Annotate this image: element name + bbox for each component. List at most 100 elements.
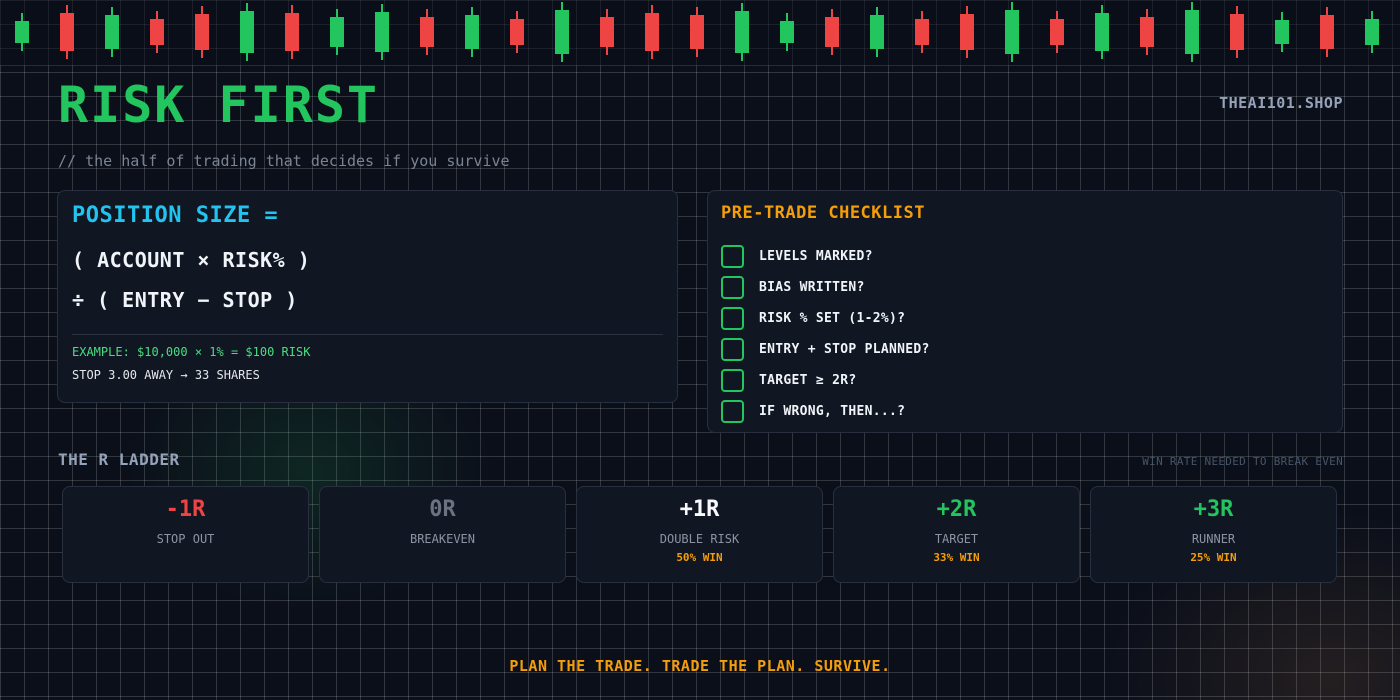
pre-trade-checklist-card: PRE-TRADE CHECKLIST LEVELS MARKED? BIAS … — [707, 190, 1343, 433]
candle-green — [15, 13, 29, 51]
checklist-item-label: RISK % SET (1-2%)? — [759, 311, 906, 326]
checklist-item-label: TARGET ≥ 2R? — [759, 373, 857, 388]
candle-body — [690, 15, 704, 49]
formula-denominator: ÷ ( ENTRY − STOP ) — [72, 288, 298, 312]
candle-body — [510, 19, 524, 45]
formula-title: POSITION SIZE = — [72, 203, 279, 228]
candle-body — [240, 11, 254, 53]
checklist-item[interactable]: LEVELS MARKED? — [721, 241, 1329, 272]
candle-body — [555, 10, 569, 54]
candle-body — [1005, 10, 1019, 54]
candle-green — [1275, 12, 1289, 52]
r-tile-double-risk: +1R DOUBLE RISK 50% WIN — [576, 486, 823, 583]
candle-red — [825, 9, 839, 55]
candle-green — [240, 3, 254, 61]
r-win-rate: 33% WIN — [933, 551, 980, 564]
checklist-item-label: ENTRY + STOP PLANNED? — [759, 342, 930, 357]
candle-body — [330, 17, 344, 47]
candle-body — [465, 15, 479, 49]
r-win-rate: 50% WIN — [676, 551, 723, 564]
checklist-item[interactable]: RISK % SET (1-2%)? — [721, 303, 1329, 334]
r-label: STOP OUT — [156, 532, 215, 546]
r-label: TARGET — [934, 532, 979, 546]
candle-red — [150, 11, 164, 53]
candle-body — [1275, 20, 1289, 44]
r-win-rate: 25% WIN — [1190, 551, 1237, 564]
candle-red — [1230, 6, 1244, 58]
candle-body — [825, 17, 839, 47]
candle-body — [195, 14, 209, 50]
candle-body — [1050, 19, 1064, 45]
candle-green — [105, 7, 119, 57]
position-size-card: POSITION SIZE = ( ACCOUNT × RISK% ) ÷ ( … — [57, 190, 678, 403]
candle-red — [510, 11, 524, 53]
formula-shares-result: STOP 3.00 AWAY → 33 SHARES — [72, 368, 260, 382]
r-ladder-title: THE R LADDER — [58, 450, 180, 469]
candle-body — [870, 15, 884, 49]
r-value: 0R — [429, 497, 456, 522]
candle-body — [1230, 14, 1244, 50]
candle-body — [150, 19, 164, 45]
checkbox[interactable] — [721, 307, 744, 330]
candle-green — [1005, 2, 1019, 62]
candle-body — [285, 13, 299, 51]
candle-green — [330, 9, 344, 55]
r-label: BREAKEVEN — [409, 532, 476, 546]
r-value: +3R — [1193, 497, 1234, 522]
candle-body — [60, 13, 74, 51]
r-tile-runner: +3R RUNNER 25% WIN — [1090, 486, 1337, 583]
checkbox[interactable] — [721, 338, 744, 361]
candle-body — [1365, 19, 1379, 45]
r-tile-stop-out: -1R STOP OUT — [62, 486, 309, 583]
candle-body — [1140, 17, 1154, 47]
formula-numerator: ( ACCOUNT × RISK% ) — [72, 248, 311, 272]
candle-red — [285, 5, 299, 59]
candle-red — [420, 9, 434, 55]
candle-red — [645, 5, 659, 59]
candle-green — [555, 2, 569, 62]
candle-red — [915, 11, 929, 53]
candle-red — [960, 6, 974, 58]
candle-red — [600, 9, 614, 55]
checklist-item-label: LEVELS MARKED? — [759, 249, 873, 264]
page-subtitle: // the half of trading that decides if y… — [58, 152, 510, 170]
checkbox[interactable] — [721, 245, 744, 268]
candle-red — [1050, 11, 1064, 53]
candle-body — [960, 14, 974, 50]
candle-body — [15, 21, 29, 43]
footer-slogan: PLAN THE TRADE. TRADE THE PLAN. SURVIVE. — [509, 657, 891, 675]
checklist-list: LEVELS MARKED? BIAS WRITTEN? RISK % SET … — [721, 241, 1329, 427]
checklist-item[interactable]: ENTRY + STOP PLANNED? — [721, 334, 1329, 365]
candle-body — [420, 17, 434, 47]
candle-body — [645, 13, 659, 51]
checkbox[interactable] — [721, 400, 744, 423]
candle-red — [60, 5, 74, 59]
checkbox[interactable] — [721, 276, 744, 299]
candle-green — [735, 3, 749, 61]
candle-red — [195, 6, 209, 58]
brand-label: THEAI101.SHOP — [1219, 94, 1343, 112]
candle-body — [735, 11, 749, 53]
checkbox[interactable] — [721, 369, 744, 392]
candlestick-banner — [0, 0, 1400, 66]
checklist-item[interactable]: IF WRONG, THEN...? — [721, 396, 1329, 427]
candle-green — [870, 7, 884, 57]
checklist-item[interactable]: BIAS WRITTEN? — [721, 272, 1329, 303]
card-divider — [72, 334, 663, 335]
r-value: -1R — [165, 497, 206, 522]
page-title: RISK FIRST — [58, 76, 380, 134]
candle-body — [780, 21, 794, 43]
checklist-item[interactable]: TARGET ≥ 2R? — [721, 365, 1329, 396]
candle-red — [1140, 9, 1154, 55]
r-ladder-note: WIN RATE NEEDED TO BREAK EVEN — [1142, 455, 1343, 468]
candle-red — [1320, 7, 1334, 57]
checklist-item-label: IF WRONG, THEN...? — [759, 404, 906, 419]
candle-green — [1185, 2, 1199, 62]
checklist-item-label: BIAS WRITTEN? — [759, 280, 865, 295]
candle-body — [375, 12, 389, 52]
candle-body — [105, 15, 119, 49]
r-tile-breakeven: 0R BREAKEVEN — [319, 486, 566, 583]
r-value: +2R — [936, 497, 977, 522]
candle-green — [465, 7, 479, 57]
r-label: DOUBLE RISK — [659, 532, 740, 546]
